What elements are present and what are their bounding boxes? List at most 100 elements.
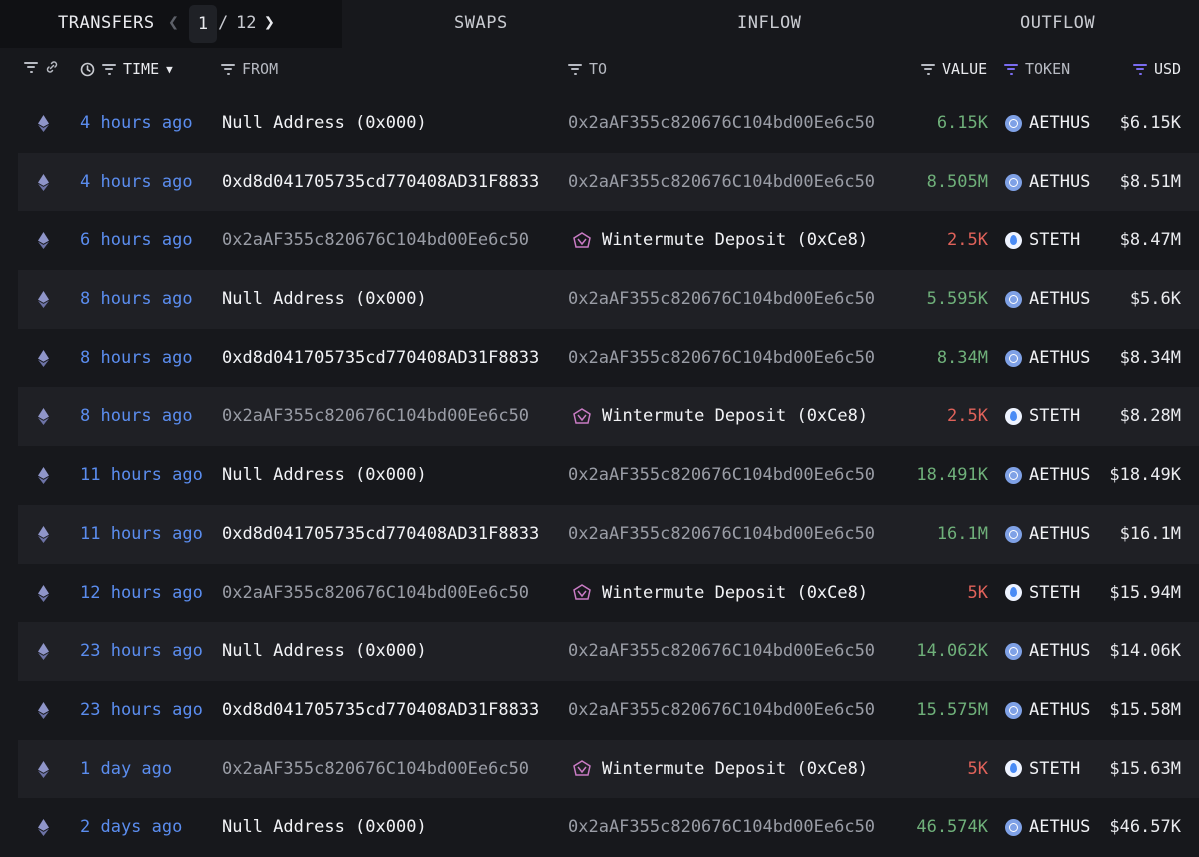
tab-transfers[interactable]: TRANSFERS ❮ 1 / 12 ❯ xyxy=(0,0,342,48)
from-column-header[interactable]: FROM xyxy=(221,60,278,78)
from-address[interactable]: 0x2aAF355c820676C104bd00Ee6c50 xyxy=(222,387,547,446)
current-page[interactable]: 1 xyxy=(189,5,217,43)
from-address[interactable]: Null Address (0x000) xyxy=(222,622,547,681)
time-link[interactable]: 12 hours ago xyxy=(80,564,203,623)
table-row[interactable]: 23 hours ago Null Address (0x000) 0x2aAF… xyxy=(18,622,1199,681)
to-address[interactable]: 0x2aAF355c820676C104bd00Ee6c50 xyxy=(568,153,893,212)
token-symbol: STETH xyxy=(1029,230,1081,251)
aethus-token-icon xyxy=(1005,349,1022,367)
table-row[interactable]: 23 hours ago 0xd8d041705735cd770408AD31F… xyxy=(18,681,1199,740)
token-cell[interactable]: STETH xyxy=(1005,387,1080,446)
to-entity[interactable]: Wintermute Deposit (0xCe8) xyxy=(572,564,868,623)
time-link[interactable]: 8 hours ago xyxy=(80,270,193,329)
filter-icon[interactable] xyxy=(1133,63,1147,75)
time-header-label: TIME xyxy=(123,60,160,78)
aethus-token-icon xyxy=(1005,525,1022,543)
time-link[interactable]: 4 hours ago xyxy=(80,153,193,212)
time-link[interactable]: 11 hours ago xyxy=(80,505,203,564)
to-address[interactable]: 0x2aAF355c820676C104bd00Ee6c50 xyxy=(568,270,893,329)
token-cell[interactable]: AETHUS xyxy=(1005,798,1090,857)
value-column-header[interactable]: VALUE xyxy=(921,60,987,78)
token-cell[interactable]: STETH xyxy=(1005,211,1080,270)
table-row[interactable]: 11 hours ago Null Address (0x000) 0x2aAF… xyxy=(18,446,1199,505)
table-row[interactable]: 8 hours ago 0x2aAF355c820676C104bd00Ee6c… xyxy=(18,387,1199,447)
to-entity[interactable]: Wintermute Deposit (0xCe8) xyxy=(572,211,868,270)
chain-filter[interactable] xyxy=(24,60,59,74)
from-address[interactable]: Null Address (0x000) xyxy=(222,94,547,153)
from-address[interactable]: 0x2aAF355c820676C104bd00Ee6c50 xyxy=(222,211,547,270)
filter-icon[interactable] xyxy=(102,63,116,75)
filter-icon[interactable] xyxy=(24,61,38,73)
tab-outflow[interactable]: OUTFLOW xyxy=(1020,13,1095,33)
token-cell[interactable]: AETHUS xyxy=(1005,622,1090,681)
to-entity[interactable]: Wintermute Deposit (0xCe8) xyxy=(572,740,868,799)
token-cell[interactable]: AETHUS xyxy=(1005,446,1090,505)
to-address: Wintermute Deposit (0xCe8) xyxy=(602,406,869,427)
time-column-header[interactable]: TIME ▼ xyxy=(80,60,173,78)
filter-icon[interactable] xyxy=(921,63,935,75)
to-address[interactable]: 0x2aAF355c820676C104bd00Ee6c50 xyxy=(568,505,893,564)
tab-swaps[interactable]: SWAPS xyxy=(454,13,508,33)
time-link[interactable]: 23 hours ago xyxy=(80,681,203,740)
clock-icon[interactable] xyxy=(80,62,95,77)
table-row[interactable]: 12 hours ago 0x2aAF355c820676C104bd00Ee6… xyxy=(18,564,1199,623)
time-link[interactable]: 6 hours ago xyxy=(80,211,193,270)
time-link[interactable]: 23 hours ago xyxy=(80,622,203,681)
chevron-right-icon[interactable]: ❯ xyxy=(264,12,275,33)
time-link[interactable]: 8 hours ago xyxy=(80,329,193,388)
token-cell[interactable]: STETH xyxy=(1005,740,1080,799)
from-address[interactable]: 0xd8d041705735cd770408AD31F8833 xyxy=(222,505,547,564)
table-row[interactable]: 4 hours ago 0xd8d041705735cd770408AD31F8… xyxy=(18,152,1199,212)
chevron-left-icon[interactable]: ❮ xyxy=(168,12,179,33)
from-address[interactable]: 0xd8d041705735cd770408AD31F8833 xyxy=(222,681,547,740)
token-cell[interactable]: AETHUS xyxy=(1005,270,1090,329)
filter-icon[interactable] xyxy=(568,63,582,75)
table-row[interactable]: 1 day ago 0x2aAF355c820676C104bd00Ee6c50… xyxy=(18,739,1199,799)
table-row[interactable]: 8 hours ago 0xd8d041705735cd770408AD31F8… xyxy=(18,329,1199,388)
time-link[interactable]: 8 hours ago xyxy=(80,387,193,446)
to-address[interactable]: 0x2aAF355c820676C104bd00Ee6c50 xyxy=(568,681,893,740)
usd-column-header[interactable]: USD xyxy=(1133,60,1181,78)
time-link[interactable]: 4 hours ago xyxy=(80,94,193,153)
table-row[interactable]: 4 hours ago Null Address (0x000) 0x2aAF3… xyxy=(18,94,1199,153)
token-symbol: STETH xyxy=(1029,758,1081,779)
to-address[interactable]: 0x2aAF355c820676C104bd00Ee6c50 xyxy=(568,329,893,388)
from-address[interactable]: 0xd8d041705735cd770408AD31F8833 xyxy=(222,329,547,388)
to-address[interactable]: 0x2aAF355c820676C104bd00Ee6c50 xyxy=(568,94,893,153)
from-address[interactable]: Null Address (0x000) xyxy=(222,270,547,329)
filter-icon[interactable] xyxy=(1004,63,1018,75)
table-row[interactable]: 11 hours ago 0xd8d041705735cd770408AD31F… xyxy=(18,504,1199,564)
time-link[interactable]: 1 day ago xyxy=(80,740,172,799)
from-address[interactable]: Null Address (0x000) xyxy=(222,446,547,505)
sort-down-icon[interactable]: ▼ xyxy=(166,63,173,76)
to-column-header[interactable]: TO xyxy=(568,60,607,78)
tab-inflow[interactable]: INFLOW xyxy=(737,13,801,33)
token-cell[interactable]: AETHUS xyxy=(1005,329,1090,388)
from-address[interactable]: 0x2aAF355c820676C104bd00Ee6c50 xyxy=(222,564,547,623)
wintermute-logo-icon xyxy=(572,407,592,426)
to-address[interactable]: 0x2aAF355c820676C104bd00Ee6c50 xyxy=(568,446,893,505)
to-entity[interactable]: Wintermute Deposit (0xCe8) xyxy=(572,387,868,446)
table-row[interactable]: 6 hours ago 0x2aAF355c820676C104bd00Ee6c… xyxy=(18,211,1199,270)
token-column-header[interactable]: TOKEN xyxy=(1004,60,1070,78)
link-icon[interactable] xyxy=(45,60,59,74)
to-address[interactable]: 0x2aAF355c820676C104bd00Ee6c50 xyxy=(568,798,893,857)
usd-value: $15.58M xyxy=(1109,699,1181,720)
from-address[interactable]: Null Address (0x000) xyxy=(222,798,547,857)
ethereum-chain-icon xyxy=(38,270,50,309)
time-link[interactable]: 11 hours ago xyxy=(80,446,203,505)
token-cell[interactable]: AETHUS xyxy=(1005,505,1090,564)
to-address[interactable]: 0x2aAF355c820676C104bd00Ee6c50 xyxy=(568,622,893,681)
usd-value: $6.15K xyxy=(1119,113,1181,133)
token-cell[interactable]: AETHUS xyxy=(1005,153,1090,212)
table-row[interactable]: 8 hours ago Null Address (0x000) 0x2aAF3… xyxy=(18,270,1199,329)
from-address[interactable]: 0xd8d041705735cd770408AD31F8833 xyxy=(222,153,547,212)
token-cell[interactable]: AETHUS xyxy=(1005,94,1090,153)
filter-icon[interactable] xyxy=(221,63,235,75)
table-row[interactable]: 2 days ago Null Address (0x000) 0x2aAF35… xyxy=(18,798,1199,857)
transfer-value: 14.062K xyxy=(916,641,988,662)
token-cell[interactable]: AETHUS xyxy=(1005,681,1090,740)
from-address[interactable]: 0x2aAF355c820676C104bd00Ee6c50 xyxy=(222,740,547,799)
token-cell[interactable]: STETH xyxy=(1005,564,1080,623)
time-link[interactable]: 2 days ago xyxy=(80,798,182,857)
